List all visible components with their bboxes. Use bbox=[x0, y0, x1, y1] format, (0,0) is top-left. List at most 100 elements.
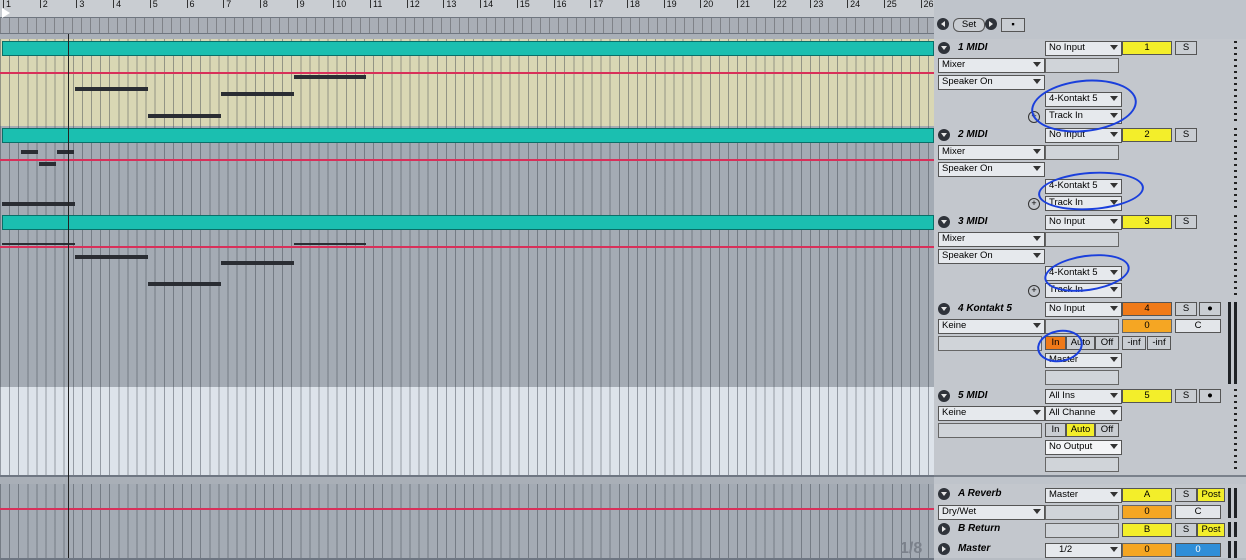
track-lane-2[interactable] bbox=[0, 126, 934, 215]
solo-button[interactable]: S bbox=[1175, 389, 1197, 403]
midi-note[interactable] bbox=[148, 282, 221, 286]
input-channel[interactable] bbox=[1045, 58, 1119, 73]
solo-button[interactable]: S bbox=[1175, 41, 1197, 55]
master-lane[interactable] bbox=[0, 538, 934, 560]
input-select[interactable]: No Input bbox=[1045, 41, 1122, 56]
output-select[interactable] bbox=[1045, 523, 1119, 538]
midi-note[interactable] bbox=[57, 150, 74, 154]
midi-from-type[interactable]: Mixer bbox=[938, 232, 1045, 247]
solo-button[interactable]: S bbox=[1175, 302, 1197, 316]
midi-from-channel[interactable]: Speaker On bbox=[938, 75, 1045, 90]
post-button[interactable]: Post bbox=[1197, 523, 1225, 537]
expand-icon[interactable] bbox=[938, 543, 950, 555]
track-activator[interactable]: 5 bbox=[1122, 389, 1172, 403]
fold-icon[interactable] bbox=[938, 129, 950, 141]
output-select[interactable]: 1/2 bbox=[1045, 543, 1122, 558]
fold-icon[interactable] bbox=[938, 216, 950, 228]
input-select[interactable]: No Input bbox=[1045, 215, 1122, 230]
output-channel[interactable] bbox=[1045, 457, 1119, 472]
midi-to-channel[interactable] bbox=[938, 423, 1042, 438]
midi-note[interactable] bbox=[294, 243, 366, 245]
loop-brace-bar[interactable] bbox=[0, 18, 934, 34]
output-channel[interactable] bbox=[1045, 370, 1119, 385]
midi-note[interactable] bbox=[75, 255, 148, 259]
track-name[interactable]: Master bbox=[958, 543, 990, 554]
nav-forward-icon[interactable] bbox=[985, 18, 997, 30]
midi-note[interactable] bbox=[221, 261, 294, 265]
solo-button[interactable]: S bbox=[1175, 215, 1197, 229]
cue-volume-field[interactable]: 0 bbox=[1175, 543, 1221, 557]
track-lane-3[interactable] bbox=[0, 213, 934, 302]
set-button[interactable]: Set bbox=[953, 18, 985, 32]
volume-field[interactable]: 0 bbox=[1122, 319, 1172, 333]
midi-from-channel[interactable]: Speaker On bbox=[938, 249, 1045, 264]
input-select[interactable]: All Ins bbox=[1045, 389, 1122, 404]
timeline-ruler[interactable]: 1 2 3 4 5 6 7 8 9 10 11 12 13 14 15 16 17 18 19 20 21 22 23 24 2… bbox=[0, 0, 934, 18]
track-activator[interactable]: 4 bbox=[1122, 302, 1172, 316]
post-button[interactable]: Post bbox=[1197, 488, 1225, 502]
pan-field[interactable]: C bbox=[1175, 505, 1221, 519]
input-channel-select[interactable]: All Channe bbox=[1045, 406, 1122, 421]
input-channel[interactable] bbox=[1045, 145, 1119, 160]
return-lane-a[interactable] bbox=[0, 484, 934, 522]
track-name[interactable]: A Reverb bbox=[958, 488, 1002, 499]
track-activator[interactable]: 3 bbox=[1122, 215, 1172, 229]
device-param-select[interactable]: Dry/Wet bbox=[938, 505, 1045, 520]
track-name[interactable]: 3 MIDI bbox=[958, 216, 987, 227]
track-lane-4[interactable] bbox=[0, 300, 934, 389]
solo-button[interactable]: S bbox=[1175, 488, 1197, 502]
track-activator[interactable]: A bbox=[1122, 488, 1172, 502]
midi-note[interactable] bbox=[294, 75, 366, 79]
solo-button[interactable]: S bbox=[1175, 523, 1197, 537]
monitor-in-button[interactable]: In bbox=[1045, 423, 1066, 437]
monitor-off-button[interactable]: Off bbox=[1095, 423, 1119, 437]
arm-icon[interactable]: ● bbox=[1199, 389, 1221, 403]
monitor-off-button[interactable]: Off bbox=[1095, 336, 1119, 350]
add-icon[interactable]: + bbox=[1028, 285, 1040, 297]
input-select[interactable]: No Input bbox=[1045, 302, 1122, 317]
midi-from-channel[interactable]: Speaker On bbox=[938, 162, 1045, 177]
resize-handle[interactable] bbox=[1234, 41, 1237, 121]
resize-handle[interactable] bbox=[1234, 389, 1237, 469]
track-name[interactable]: 5 MIDI bbox=[958, 390, 987, 401]
midi-note[interactable] bbox=[221, 92, 294, 96]
output-channel[interactable] bbox=[1045, 505, 1119, 520]
track-name[interactable]: B Return bbox=[958, 523, 1000, 534]
track-lane-1[interactable] bbox=[0, 39, 934, 128]
volume-field[interactable]: 0 bbox=[1122, 543, 1172, 557]
monitor-auto-button[interactable]: Auto bbox=[1066, 423, 1095, 437]
resize-handle[interactable] bbox=[1234, 215, 1237, 295]
track-activator[interactable]: 2 bbox=[1122, 128, 1172, 142]
midi-clip-header[interactable] bbox=[2, 215, 934, 230]
return-lane-b[interactable] bbox=[0, 520, 934, 540]
fold-icon[interactable] bbox=[938, 488, 950, 500]
track-lane-5[interactable] bbox=[0, 387, 934, 477]
add-icon[interactable]: + bbox=[1028, 198, 1040, 210]
loop-start-marker[interactable] bbox=[2, 8, 10, 18]
input-channel[interactable] bbox=[1045, 232, 1119, 247]
fold-icon[interactable] bbox=[938, 390, 950, 402]
track-activator[interactable]: 1 bbox=[1122, 41, 1172, 55]
track-name[interactable]: 1 MIDI bbox=[958, 42, 987, 53]
midi-note[interactable] bbox=[2, 202, 75, 206]
midi-note[interactable] bbox=[2, 243, 75, 245]
resize-handle[interactable] bbox=[1234, 128, 1237, 208]
solo-button[interactable]: S bbox=[1175, 128, 1197, 142]
audio-from-select[interactable]: Keine bbox=[938, 319, 1045, 334]
midi-from-type[interactable]: Mixer bbox=[938, 58, 1045, 73]
arm-icon[interactable]: ● bbox=[1199, 302, 1221, 316]
fold-icon[interactable] bbox=[938, 42, 950, 54]
midi-from-type[interactable]: Mixer bbox=[938, 145, 1045, 160]
lock-icon[interactable]: ▪ bbox=[1001, 18, 1025, 32]
nav-back-icon[interactable] bbox=[937, 18, 949, 30]
output-select[interactable]: No Output bbox=[1045, 440, 1122, 455]
track-name[interactable]: 4 Kontakt 5 bbox=[958, 303, 1012, 314]
midi-note[interactable] bbox=[39, 162, 56, 166]
audio-from-channel[interactable] bbox=[938, 336, 1042, 351]
track-name[interactable]: 2 MIDI bbox=[958, 129, 987, 140]
pan-field[interactable]: C bbox=[1175, 319, 1221, 333]
midi-to-select[interactable]: Keine bbox=[938, 406, 1045, 421]
fold-icon[interactable] bbox=[938, 303, 950, 315]
midi-note[interactable] bbox=[75, 87, 148, 91]
midi-clip-header[interactable] bbox=[2, 128, 934, 143]
